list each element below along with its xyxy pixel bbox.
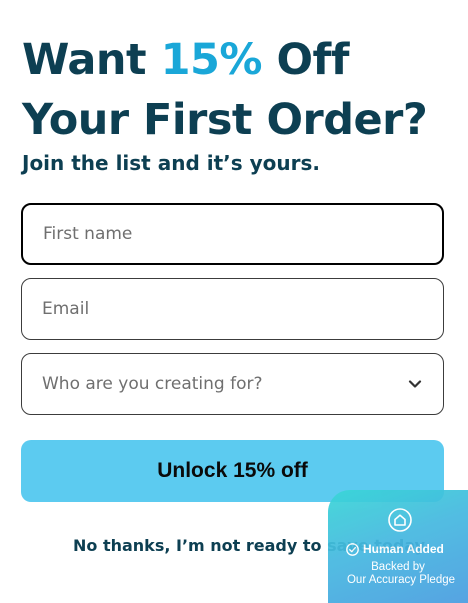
subheading: Join the list and it’s yours. xyxy=(22,151,320,175)
home-icon xyxy=(388,508,412,532)
headline-line2: Your First Order? xyxy=(22,95,428,145)
audience-select[interactable]: Who are you creating for? xyxy=(21,353,444,415)
first-name-input[interactable] xyxy=(21,203,444,265)
headline: Want 15% Off Your First Order? xyxy=(22,30,428,150)
badge-title: Human Added xyxy=(363,542,444,556)
badge-subtitle: Backed by xyxy=(371,561,425,573)
headline-post: Off xyxy=(262,35,349,85)
chevron-down-icon xyxy=(407,376,423,392)
badge-pledge-text: Our Accuracy Pledge xyxy=(346,574,456,586)
headline-pre: Want xyxy=(22,35,161,85)
check-icon xyxy=(346,543,359,556)
headline-discount: 15% xyxy=(160,35,263,85)
signup-popup: Want 15% Off Your First Order? Join the l… xyxy=(0,0,468,603)
audience-select-placeholder: Who are you creating for? xyxy=(42,374,263,394)
email-input[interactable] xyxy=(21,278,444,340)
human-added-badge[interactable]: Human Added Backed by Our Accuracy Pledg… xyxy=(328,490,468,603)
